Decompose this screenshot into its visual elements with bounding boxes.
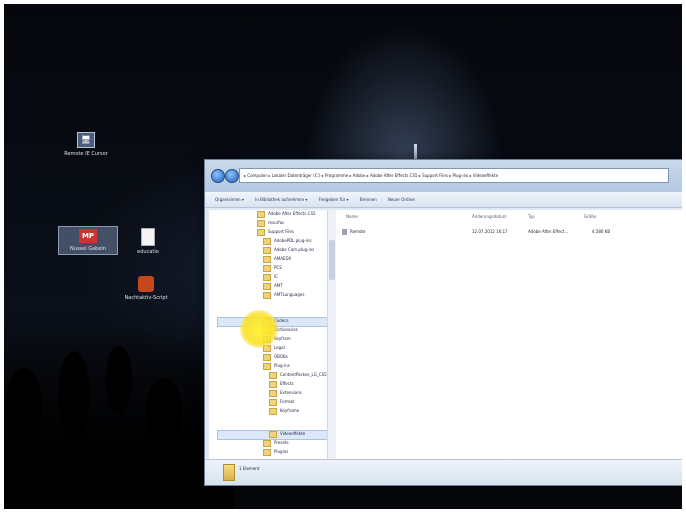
app-icon: MP — [79, 229, 97, 243]
file-name: Remote — [350, 229, 366, 234]
desktop-icon-script[interactable]: 🧩 Nachtaktiv-Script — [116, 276, 176, 301]
desktop-icon-selected[interactable]: MP Nussel Gabeln — [58, 226, 118, 255]
new-folder-button[interactable]: Neuer Ordner — [388, 197, 415, 202]
column-header-size[interactable]: Größe — [584, 214, 596, 222]
address-bar-area: ▸ Computer ▸ Lokaler Datenträger (C:) ▸ … — [205, 160, 682, 192]
address-path[interactable]: ▸ Computer ▸ Lokaler Datenträger (C:) ▸ … — [239, 168, 669, 183]
folder-icon — [257, 228, 265, 236]
folder-icon — [263, 273, 271, 281]
monitor-icon: 🖥 — [77, 132, 95, 148]
puzzle-icon: 🧩 — [138, 276, 154, 292]
folder-icon — [263, 237, 271, 245]
desktop-icon-label: Nachtaktiv-Script — [124, 295, 168, 301]
command-bar: Organisieren ▾ In Bibliothek aufnehmen ▾… — [205, 192, 682, 208]
folder-icon — [269, 380, 277, 388]
column-header-name[interactable]: Name — [346, 214, 358, 222]
desktop-icon-label: Remote IE Cursor — [64, 151, 108, 157]
tree-item[interactable]: Plug-ins — [263, 362, 290, 370]
file-date: 12.07.2012 16:17 — [472, 229, 508, 234]
folder-icon — [269, 389, 277, 397]
folder-icon — [263, 439, 271, 447]
column-header-type[interactable]: Typ — [528, 214, 535, 222]
folder-icon — [263, 362, 271, 370]
tree-item[interactable]: AMAEDX — [263, 255, 291, 263]
document-icon: 📄 — [141, 228, 155, 246]
folder-icon — [257, 210, 265, 218]
folder-icon — [263, 246, 271, 254]
file-size: 4.580 KB — [592, 229, 611, 234]
folder-icon — [263, 448, 271, 456]
desktop-icon-document[interactable]: 📄 educatio — [118, 228, 178, 255]
include-library-button[interactable]: In Bibliothek aufnehmen ▾ — [255, 197, 307, 202]
navigation-scrollbar[interactable] — [327, 210, 336, 460]
tree-item[interactable]: OBOBs — [263, 353, 288, 361]
column-header-date[interactable]: Änderungsdatum — [472, 214, 507, 222]
tree-item[interactable]: resurfac — [257, 219, 284, 227]
tree-item[interactable]: AMTLanguages — [263, 291, 304, 299]
desktop: 🖥 Remote IE Cursor MP Nussel Gabeln 📄 ed… — [4, 4, 682, 509]
tree-item[interactable]: Format — [269, 398, 294, 406]
share-button[interactable]: Freigeben für ▾ — [319, 197, 349, 202]
folder-icon — [263, 264, 271, 272]
crowd-silhouette — [4, 324, 234, 509]
folder-icon — [269, 398, 277, 406]
desktop-icon-label: educatio — [137, 249, 159, 255]
file-list[interactable]: Name Änderungsdatum Typ Größe Remote 12.… — [336, 210, 682, 460]
folder-icon — [269, 371, 277, 379]
file-icon — [342, 229, 347, 235]
desktop-icon-label: Nussel Gabeln — [70, 246, 106, 252]
folder-icon — [269, 430, 277, 438]
tree-item[interactable]: Support Files — [257, 228, 294, 236]
tree-item[interactable]: Adobe After Effects CS5 — [257, 210, 316, 218]
folder-icon — [263, 291, 271, 299]
tree-item[interactable]: IC — [263, 273, 278, 281]
file-type: Adobe After Effect... — [528, 229, 569, 234]
tree-item[interactable]: Effects — [269, 380, 294, 388]
tree-item[interactable]: Plugins — [263, 448, 288, 456]
folder-icon — [263, 255, 271, 263]
tree-item[interactable]: ContentPackes_LG_CS5 — [269, 371, 327, 379]
scrollbar-thumb[interactable] — [329, 240, 335, 280]
folder-icon — [223, 464, 235, 481]
tree-item[interactable]: Extensions — [269, 389, 302, 397]
tree-item[interactable]: Keyframe — [269, 407, 299, 415]
tree-item[interactable]: AMT — [263, 282, 283, 290]
status-text: 1 Element — [239, 466, 260, 471]
tree-item[interactable]: Adobe Cam.plug-ins — [263, 246, 314, 254]
desktop-icon-remote[interactable]: 🖥 Remote IE Cursor — [56, 132, 116, 157]
tree-item[interactable]: Videoeffekte — [269, 430, 305, 438]
tree-item[interactable]: Presets — [263, 439, 289, 447]
tree-item[interactable]: PCS — [263, 264, 282, 272]
burn-button[interactable]: Brennen — [360, 197, 377, 202]
tree-item[interactable]: AdobePDL.plug-ins — [263, 237, 312, 245]
cursor-highlight — [240, 310, 278, 348]
organize-button[interactable]: Organisieren ▾ — [215, 197, 244, 202]
back-button[interactable] — [211, 169, 225, 183]
folder-icon — [257, 219, 265, 227]
folder-icon — [263, 282, 271, 290]
file-row[interactable]: Remote 12.07.2012 16:17 Adobe After Effe… — [342, 228, 632, 236]
status-bar: 1 Element — [205, 459, 682, 485]
forward-button[interactable] — [225, 169, 239, 183]
folder-icon — [269, 407, 277, 415]
folder-icon — [263, 353, 271, 361]
